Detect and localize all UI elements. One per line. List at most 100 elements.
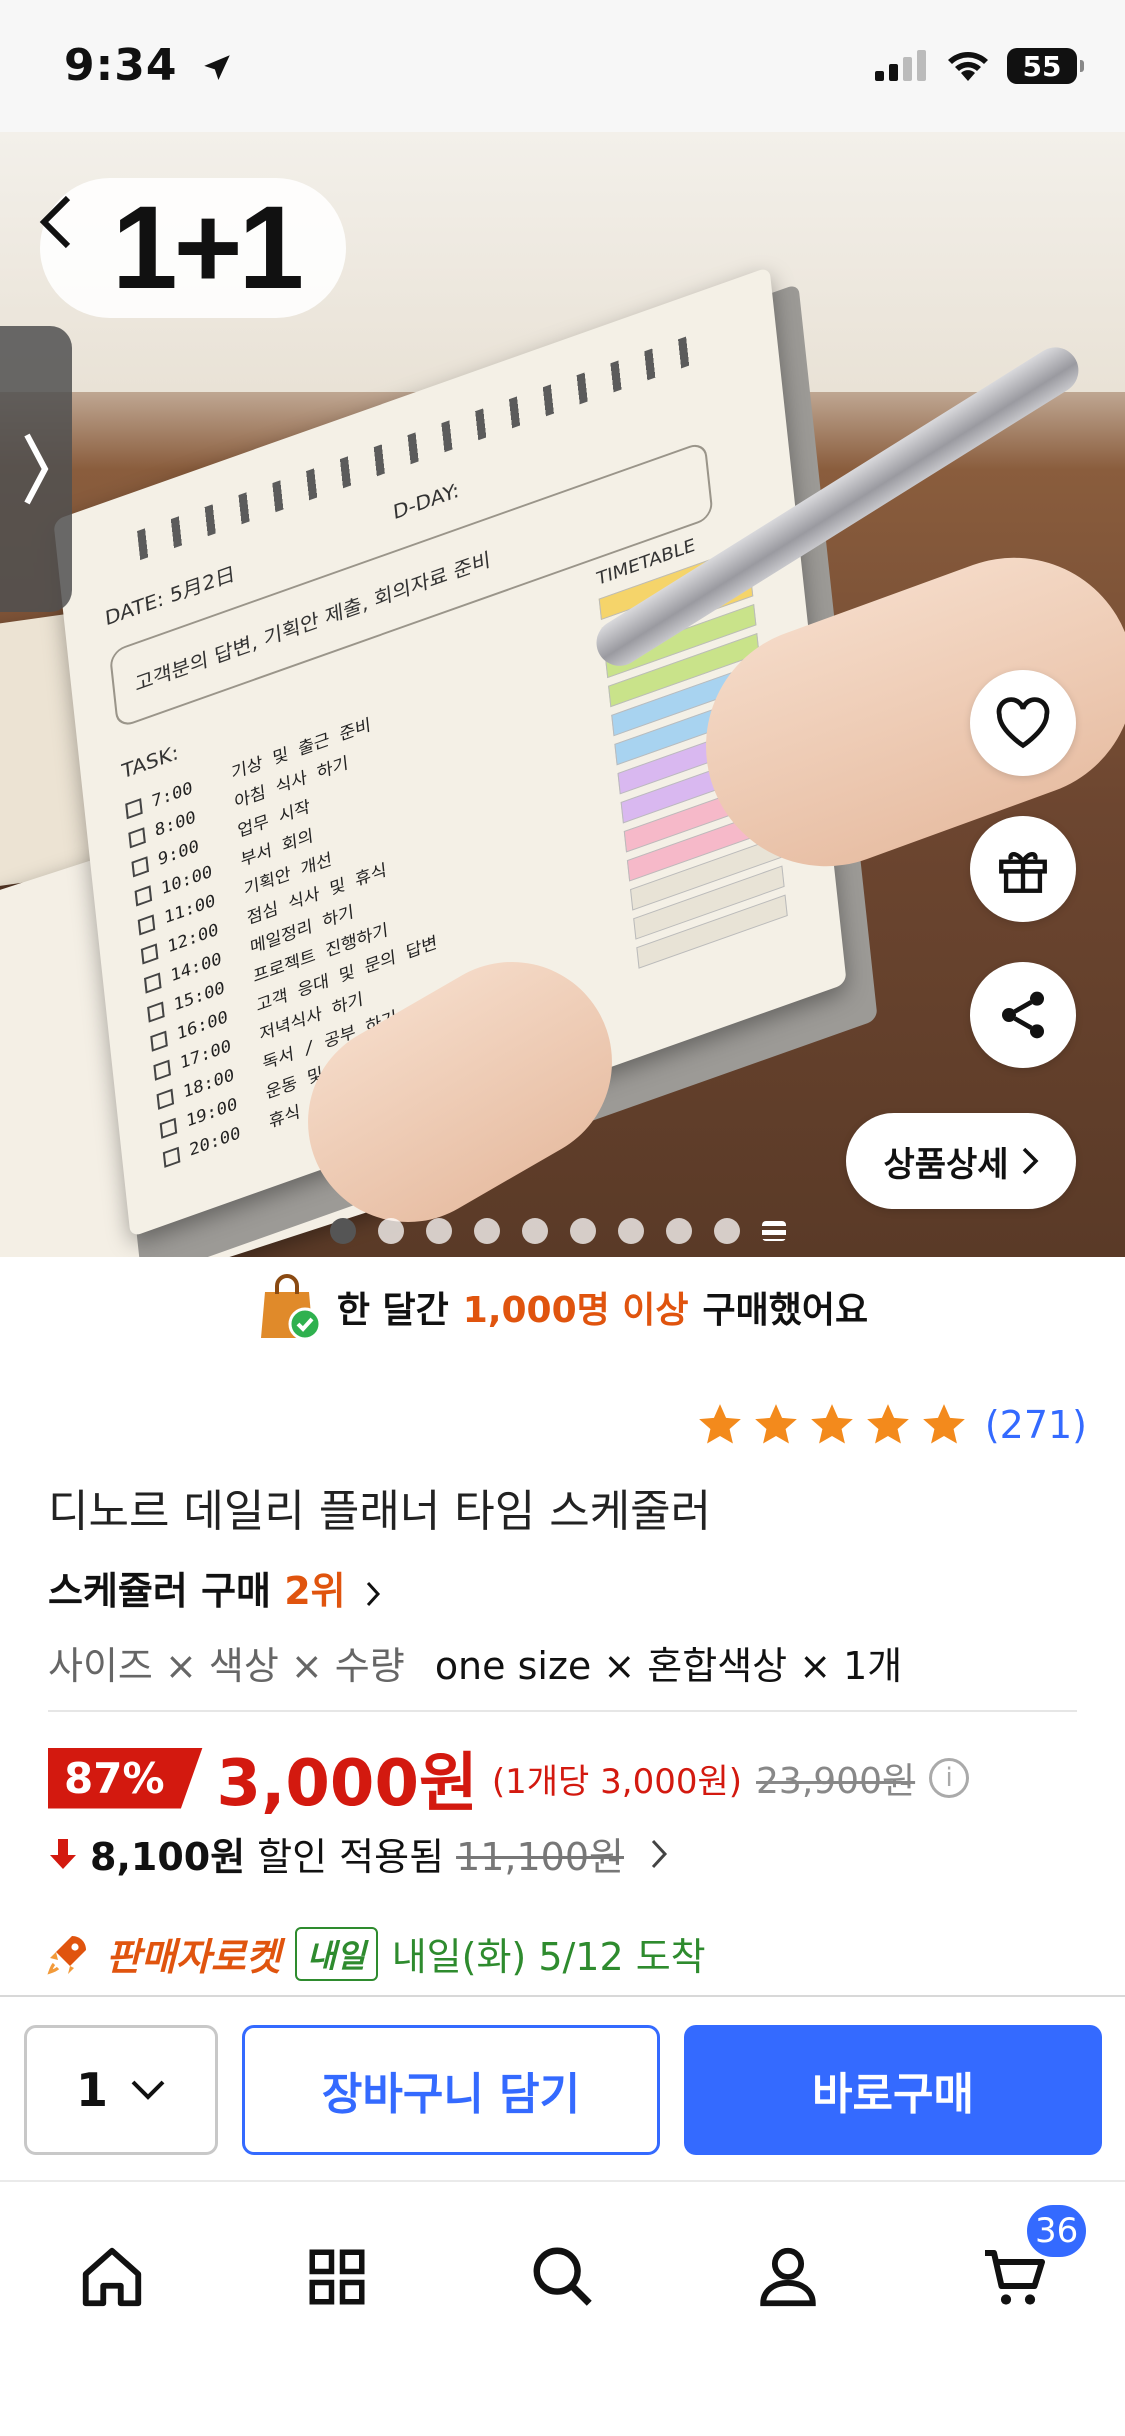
categories-icon [309, 2249, 365, 2305]
info-icon[interactable]: i [929, 1758, 970, 1798]
cart-count-badge: 36 [1024, 2202, 1090, 2260]
checkbox-icon [147, 1001, 165, 1023]
search-icon [533, 2247, 592, 2306]
product-title: 디노르 데일리 플래너 타임 스케줄러 [48, 1486, 712, 1537]
status-bar: 9:34 55 [0, 0, 1125, 132]
chevron-right-icon [366, 1581, 380, 1606]
rocket-icon [47, 1935, 86, 1975]
star-icon [754, 1404, 797, 1444]
carousel-dot[interactable] [474, 1218, 500, 1244]
purchase-action-bar: 1 장바구니 담기 바로구매 [0, 1995, 1125, 2180]
home-icon [82, 2247, 142, 2307]
clock-text: 9:34 [64, 40, 178, 91]
checkbox-icon [153, 1059, 171, 1081]
chevron-right-icon [1022, 1147, 1039, 1175]
checkbox-icon [137, 914, 156, 936]
share-icon [1002, 991, 1044, 1039]
purchase-banner-count: 1,000명 이상 [462, 1290, 689, 1331]
checkbox-icon [150, 1030, 168, 1052]
purchase-banner-suffix: 구매했어요 [702, 1290, 869, 1331]
status-time: 9:34 [64, 40, 234, 91]
purchase-count-banner: 한 달간 1,000명 이상 구매했어요 [0, 1257, 1125, 1357]
carousel-dot[interactable] [522, 1218, 548, 1244]
side-panel-handle[interactable] [0, 326, 72, 612]
review-count[interactable]: (271) [985, 1403, 1087, 1447]
carousel-dot[interactable] [570, 1218, 596, 1244]
bottom-tab-bar: 36 [0, 2180, 1125, 2436]
product-rating[interactable]: (271) [695, 1400, 1087, 1450]
chevron-down-icon [131, 2080, 165, 2100]
carousel-dot[interactable] [762, 1221, 786, 1241]
quantity-selector[interactable]: 1 [24, 2025, 218, 2155]
planner-task-label: TASK: [120, 740, 180, 784]
delivery-date: 내일(화) 5/12 도착 [391, 1935, 706, 1979]
carousel-page-indicator [330, 1218, 786, 1244]
carousel-dot[interactable] [666, 1218, 692, 1244]
battery-level: 55 [1022, 49, 1062, 83]
carousel-dot[interactable] [714, 1218, 740, 1244]
checkbox-icon [162, 1146, 181, 1168]
tab-home[interactable] [57, 2222, 167, 2332]
delivery-badge: 내일 [294, 1926, 378, 1981]
wifi-icon [948, 52, 988, 81]
option-label: 사이즈 × 색상 × 수량 [48, 1644, 405, 1688]
signal-icon [875, 50, 926, 81]
extra-discount-amount: 8,100원 [90, 1835, 246, 1879]
carousel-dot[interactable] [426, 1218, 452, 1244]
wishlist-button[interactable] [970, 670, 1076, 776]
buy-now-button[interactable]: 바로구매 [684, 2025, 1102, 2155]
category-rank[interactable]: 스케쥴러 구매 2위 [48, 1560, 381, 1615]
purchase-banner-prefix: 한 달간 [336, 1290, 449, 1331]
carousel-dot[interactable] [378, 1218, 404, 1244]
sale-price: 3,000원 [216, 1747, 478, 1821]
carousel-dot[interactable] [330, 1218, 356, 1244]
divider [48, 1710, 1077, 1712]
star-icon [866, 1404, 909, 1444]
price-row: 87% 3,000원 (1개당 3,000원) 23,900원 i [48, 1738, 970, 1821]
checkbox-icon [159, 1117, 178, 1139]
planner-dday: D-DAY: [391, 477, 461, 525]
gift-icon [999, 852, 1047, 893]
rank-value: 2위 [284, 1569, 346, 1613]
star-icon [698, 1404, 741, 1444]
product-image-carousel[interactable]: DATE: 5月2日 D-DAY: 고객분의 답변, 기획안 제출, 회의자료 … [0, 132, 1125, 1257]
option-value: one size × 혼합색상 × 1개 [434, 1644, 903, 1688]
checkbox-icon [156, 1088, 175, 1110]
add-to-cart-button[interactable]: 장바구니 담기 [242, 2025, 660, 2155]
extra-discount-label: 할인 적용됨 [257, 1835, 445, 1879]
share-button[interactable] [970, 962, 1076, 1068]
checkbox-icon [128, 827, 146, 849]
discount-badge: 87% [48, 1747, 203, 1809]
profile-icon [760, 2247, 816, 2307]
star-icon [922, 1404, 965, 1444]
star-icon [810, 1404, 853, 1444]
delivery-info: 판매자로켓 내일 내일(화) 5/12 도착 [44, 1926, 706, 1981]
checkbox-icon [125, 798, 143, 820]
arrow-down-icon [50, 1838, 76, 1869]
unit-price: (1개당 3,000원) [491, 1761, 743, 1802]
shopping-bag-icon [260, 1274, 322, 1341]
back-button[interactable] [36, 188, 96, 268]
location-arrow-icon [204, 55, 230, 81]
selected-option[interactable]: 사이즈 × 색상 × 수량 one size × 혼합색상 × 1개 [48, 1635, 902, 1690]
gift-button[interactable] [970, 816, 1076, 922]
carousel-dot[interactable] [618, 1218, 644, 1244]
rank-label: 스케쥴러 구매 [48, 1569, 271, 1613]
quantity-value: 1 [75, 2063, 108, 2117]
chevron-right-icon [651, 1839, 668, 1868]
tab-my-account[interactable] [733, 2222, 843, 2332]
checkbox-icon [143, 972, 162, 994]
checkbox-icon [131, 856, 150, 878]
chevron-right-icon [24, 433, 49, 505]
product-detail-label: 상품상세 [883, 1144, 1009, 1185]
checkbox-icon [140, 943, 159, 965]
rocket-delivery-label: 판매자로켓 [106, 1935, 281, 1979]
extra-discount-row[interactable]: 8,100원 할인 적용됨 11,100원 [48, 1826, 668, 1881]
checkbox-icon [134, 885, 153, 907]
status-indicators: 55 [873, 48, 1084, 84]
tab-search[interactable] [508, 2222, 618, 2332]
promo-badge-text: 1+1 [112, 182, 304, 314]
tab-categories[interactable] [282, 2222, 392, 2332]
product-detail-button[interactable]: 상품상세 [846, 1113, 1076, 1209]
battery-icon: 55 [1007, 48, 1084, 84]
